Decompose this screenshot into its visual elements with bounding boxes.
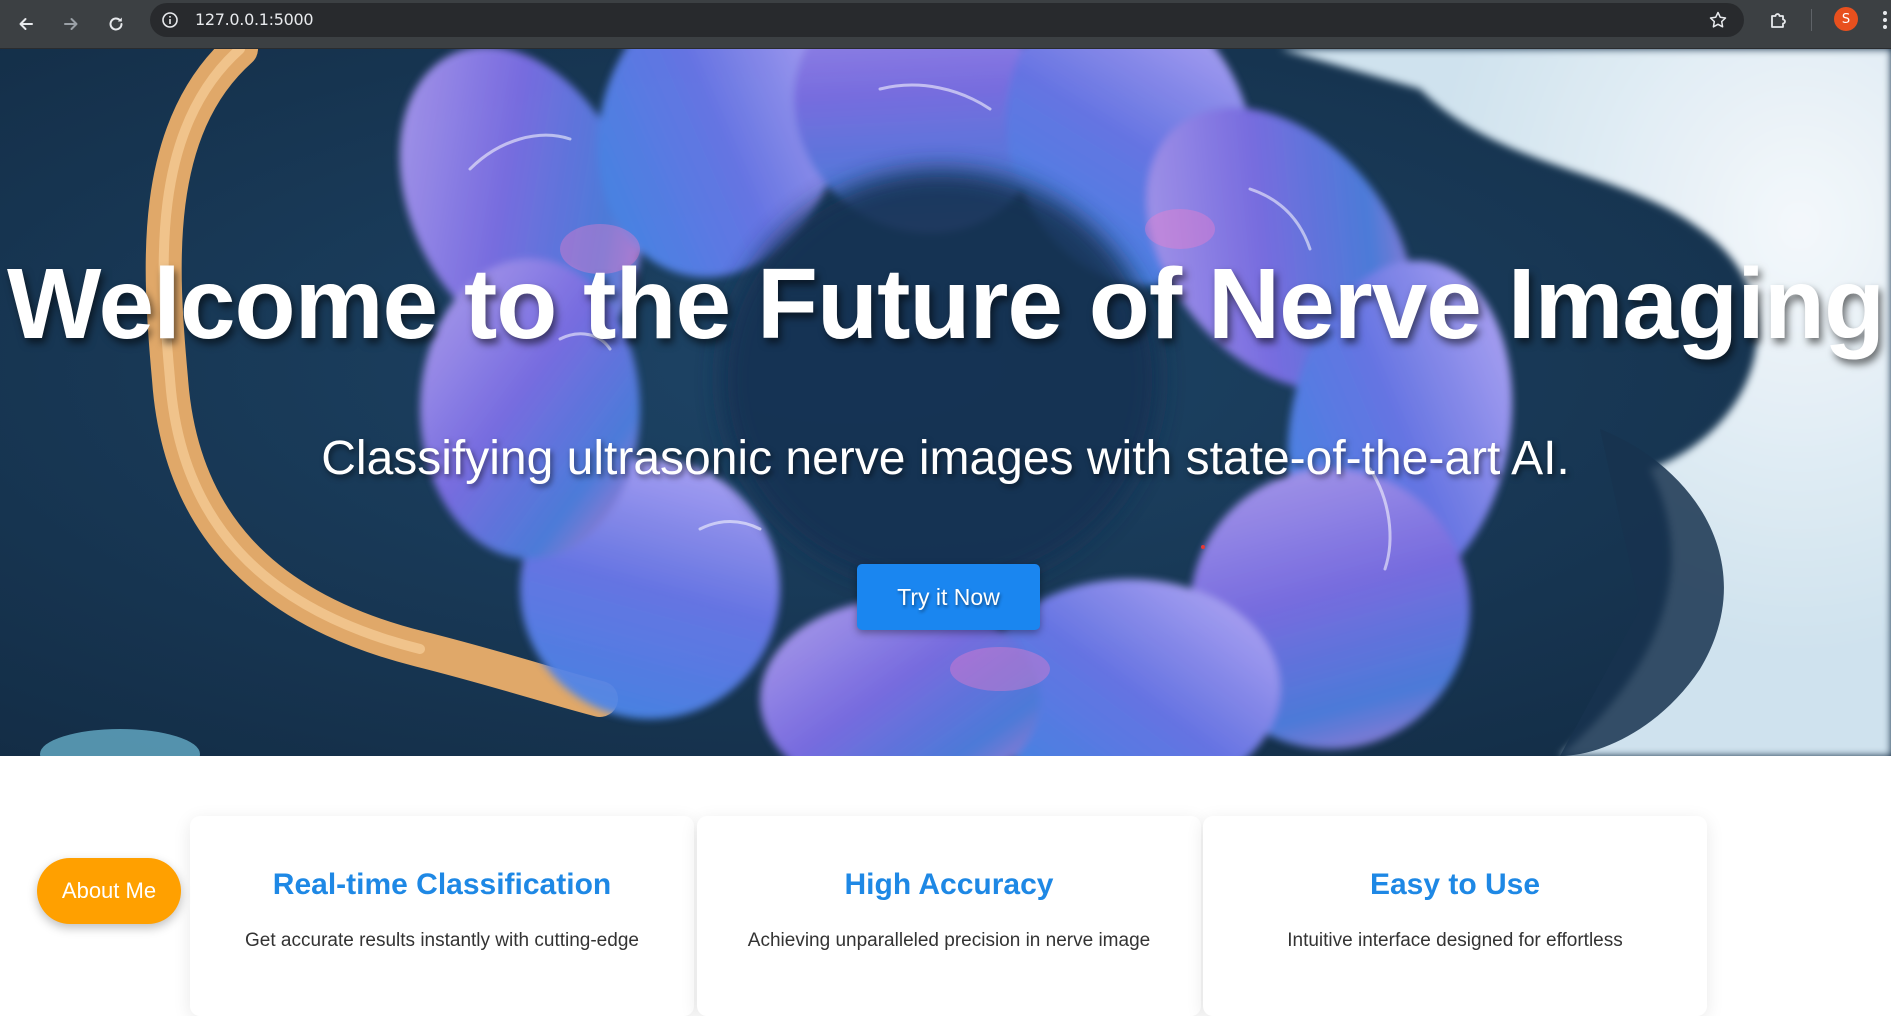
toolbar-separator [1811, 9, 1812, 31]
feature-card: Easy to Use Intuitive interface designed… [1203, 816, 1707, 1016]
cursor-dot [1201, 545, 1205, 549]
extensions-icon[interactable] [1767, 8, 1791, 32]
reload-icon [109, 17, 123, 31]
try-it-now-button[interactable]: Try it Now [857, 564, 1040, 630]
feature-text: Intuitive interface designed for effortl… [1287, 930, 1623, 951]
url-input[interactable] [195, 3, 1595, 37]
feature-title: High Accuracy [844, 868, 1054, 901]
forward-arrow-icon [64, 18, 78, 30]
feature-text: Get accurate results instantly with cutt… [245, 930, 639, 951]
hero-section: Welcome to the Future of Nerve Imaging C… [0, 49, 1891, 756]
forward-button[interactable] [54, 7, 88, 41]
profile-avatar[interactable]: S [1834, 7, 1858, 31]
feature-title: Real-time Classification [272, 868, 612, 901]
menu-dots-icon[interactable] [1879, 8, 1891, 32]
back-button[interactable] [9, 7, 43, 41]
reload-button[interactable] [99, 7, 133, 41]
browser-toolbar: S [0, 0, 1891, 49]
info-icon[interactable] [161, 11, 179, 29]
feature-text: Achieving unparalleled precision in nerv… [747, 930, 1151, 951]
about-me-button[interactable]: About Me [37, 858, 181, 924]
address-bar[interactable] [150, 3, 1744, 37]
back-arrow-icon [19, 18, 33, 30]
feature-title: Easy to Use [1369, 868, 1541, 901]
star-icon[interactable] [1708, 10, 1728, 30]
feature-card: Real-time Classification Get accurate re… [190, 816, 694, 1016]
hero-title: Welcome to the Future of Nerve Imaging [6, 248, 1885, 360]
features-section: Real-time Classification Get accurate re… [0, 756, 1891, 1016]
feature-card: High Accuracy Achieving unparalleled pre… [697, 816, 1201, 1016]
hero-subtitle: Classifying ultrasonic nerve images with… [321, 432, 1570, 485]
hero-background-image [0, 49, 1891, 756]
